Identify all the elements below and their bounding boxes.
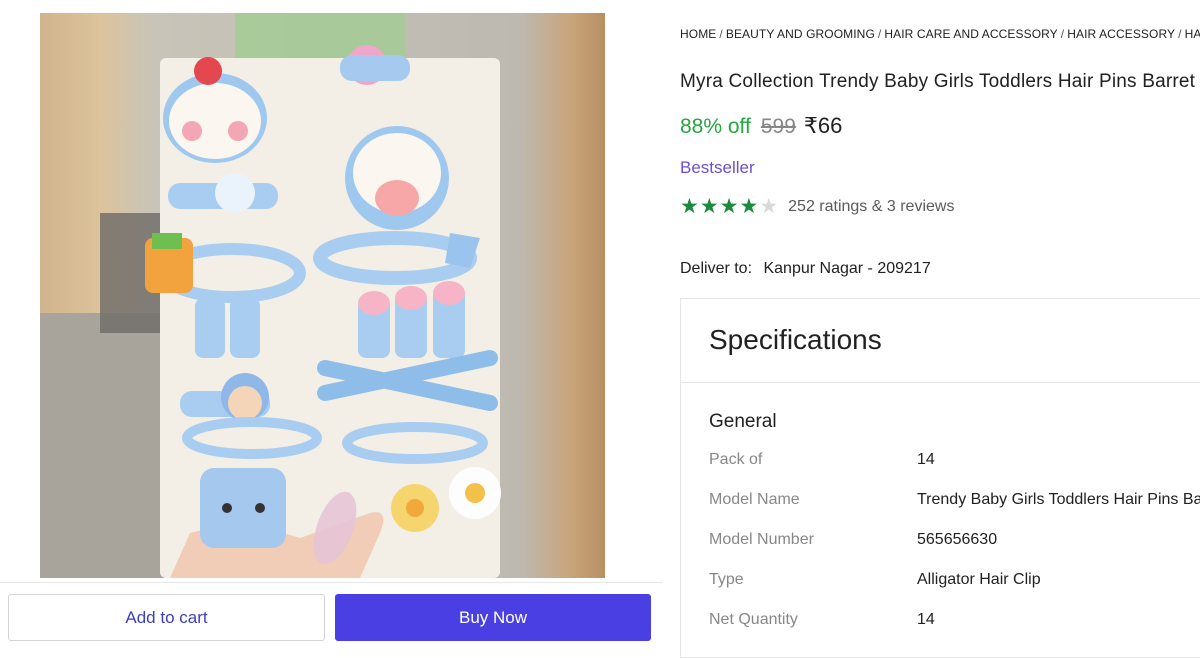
spec-value: 14 [917, 611, 935, 628]
bestseller-badge: Bestseller [680, 158, 755, 177]
spec-value: 14 [917, 451, 935, 468]
delivery-location[interactable]: Kanpur Nagar - 209217 [763, 260, 930, 277]
spec-key: Pack of [709, 451, 763, 468]
discount-percent: 88% off [680, 115, 751, 138]
spec-key: Net Quantity [709, 611, 798, 628]
spec-value: Trendy Baby Girls Toddlers Hair Pins Bar [917, 491, 1200, 508]
specifications-heading: Specifications [709, 324, 882, 355]
spec-key: Type [709, 571, 744, 588]
breadcrumb: HOME / BEAUTY AND GROOMING / HAIR CARE AND A… [680, 27, 1200, 41]
rating-row[interactable]: ★ ★ ★ ★ ★ 252 ratings & 3 reviews [680, 196, 954, 217]
product-image[interactable] [40, 13, 605, 578]
product-title: Myra Collection Trendy Baby Girls Toddle… [680, 71, 1196, 92]
star-icon: ★ [759, 195, 779, 218]
selling-price: ₹66 [803, 113, 843, 138]
star-icon: ★ [699, 195, 719, 218]
specifications-card: Specifications General Pack of 14 Model … [680, 298, 1200, 658]
spec-key: Model Number [709, 531, 814, 548]
buy-now-button[interactable]: Buy Now [335, 594, 651, 641]
divider [681, 382, 1200, 383]
star-icon: ★ [680, 195, 699, 218]
original-price: 599 [760, 115, 796, 138]
breadcrumb-home[interactable]: HOME [680, 27, 716, 41]
breadcrumb-hair-clips[interactable]: HAIR C [1185, 27, 1200, 41]
ratings-count[interactable]: 252 ratings & 3 reviews [788, 198, 954, 216]
delivery-row[interactable]: Deliver to: Kanpur Nagar - 209217 [680, 260, 931, 278]
spec-value: 565656630 [917, 531, 998, 548]
add-to-cart-button[interactable]: Add to cart [8, 594, 325, 641]
spec-key: Model Name [709, 491, 800, 508]
spec-group-title: General [709, 411, 777, 432]
star-icon: ★ [719, 195, 739, 218]
price-row: 88% off 599 ₹66 [680, 113, 842, 139]
hair-clips-illustration [40, 13, 501, 578]
spec-value: Alligator Hair Clip [917, 571, 1041, 588]
action-bar: Add to cart Buy Now [0, 582, 662, 649]
deliver-label: Deliver to: [680, 260, 753, 277]
breadcrumb-hair-accessory[interactable]: HAIR ACCESSORY [1067, 27, 1175, 41]
breadcrumb-beauty-and-grooming[interactable]: BEAUTY AND GROOMING [726, 27, 875, 41]
breadcrumb-hair-care-and-accessory[interactable]: HAIR CARE AND ACCESSORY [884, 27, 1057, 41]
star-icon: ★ [739, 195, 759, 218]
